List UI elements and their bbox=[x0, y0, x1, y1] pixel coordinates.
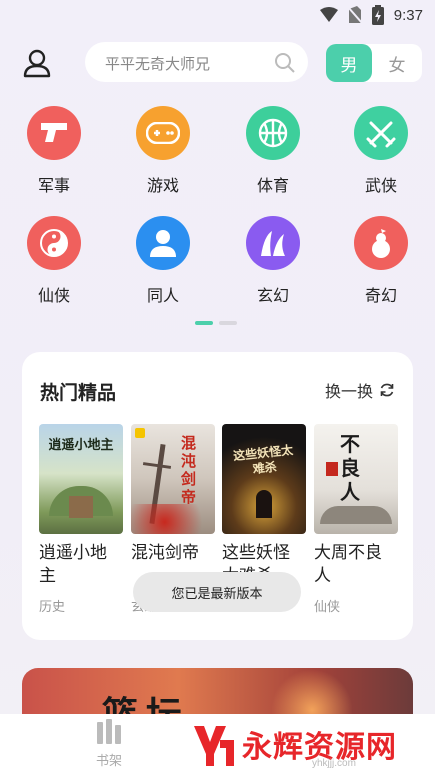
gamepad-icon bbox=[136, 106, 190, 160]
category-label: 玄幻 bbox=[256, 286, 289, 305]
cover-title-text: 不良人 bbox=[340, 432, 360, 504]
header: 平平无奇大师兄 男 女 bbox=[0, 40, 435, 86]
person-icon bbox=[136, 216, 190, 270]
book-tag: 历史 bbox=[39, 600, 66, 615]
watermark: 永辉资源网 bbox=[190, 720, 397, 768]
crossed-swords-icon bbox=[354, 106, 408, 160]
hot-section-title: 热门精品 bbox=[40, 382, 117, 404]
tab-bookshelf-label: 书架 bbox=[95, 754, 122, 769]
cover-title-text: 混沌剑帝 bbox=[181, 434, 197, 506]
gun-icon bbox=[27, 106, 81, 160]
category-pager bbox=[195, 321, 237, 325]
no-sim-icon bbox=[347, 6, 362, 24]
watermark-url: yhkjjj.com bbox=[312, 758, 356, 769]
category-fanfic[interactable]: 同人 bbox=[123, 216, 203, 306]
category-label: 奇幻 bbox=[364, 286, 397, 305]
book-card[interactable]: 逍遥小地主 逍遥小地主 历史 bbox=[39, 424, 123, 615]
category-label: 体育 bbox=[256, 176, 289, 195]
category-military[interactable]: 军事 bbox=[14, 106, 94, 196]
refresh-label: 换一换 bbox=[324, 382, 373, 401]
refresh-button[interactable]: 换一换 bbox=[325, 378, 395, 402]
bookshelf-icon bbox=[97, 719, 121, 744]
book-cover: 不良人 bbox=[314, 424, 398, 534]
book-card[interactable]: 不良人 大周不良人 仙侠 bbox=[314, 424, 398, 615]
user-icon bbox=[23, 49, 51, 78]
gender-female-tab[interactable]: 女 bbox=[372, 44, 422, 82]
bottom-nav: 书架 永辉资源网 yhkjjj.com bbox=[0, 714, 435, 775]
cover-title-text: 逍遥小地主 bbox=[48, 438, 114, 453]
category-label: 武侠 bbox=[364, 176, 397, 195]
pager-dot bbox=[219, 321, 237, 325]
toast-message: 您已是最新版本 bbox=[133, 572, 301, 612]
category-magic[interactable]: 奇幻 bbox=[341, 216, 421, 306]
wifi-icon bbox=[319, 7, 338, 22]
book-title: 逍遥小地主 bbox=[39, 543, 107, 586]
gender-toggle: 男 女 bbox=[326, 44, 422, 82]
cover-title-text: 这些妖怪太难杀 bbox=[232, 442, 294, 477]
book-cover: 这些妖怪太难杀 bbox=[222, 424, 306, 534]
refresh-icon bbox=[380, 383, 394, 397]
profile-button[interactable] bbox=[20, 44, 54, 82]
category-game[interactable]: 游戏 bbox=[123, 106, 203, 196]
tab-bookshelf[interactable]: 书架 bbox=[86, 718, 132, 769]
category-label: 仙侠 bbox=[37, 286, 70, 305]
book-cover: 混沌剑帝 bbox=[131, 424, 215, 534]
search-input[interactable]: 平平无奇大师兄 bbox=[85, 42, 308, 82]
gender-male-tab[interactable]: 男 bbox=[326, 44, 372, 82]
category-wuxia[interactable]: 武侠 bbox=[341, 106, 421, 196]
category-label: 军事 bbox=[37, 176, 70, 195]
category-label: 同人 bbox=[146, 286, 179, 305]
status-bar: 9:37 bbox=[0, 0, 435, 30]
category-xianxia[interactable]: 仙侠 bbox=[14, 216, 94, 306]
gourd-icon bbox=[354, 216, 408, 270]
mountain-icon bbox=[246, 216, 300, 270]
category-sports[interactable]: 体育 bbox=[233, 106, 313, 196]
watermark-logo-icon bbox=[194, 726, 234, 766]
book-title: 大周不良人 bbox=[314, 543, 382, 586]
status-time: 9:37 bbox=[393, 6, 423, 24]
category-label: 游戏 bbox=[146, 176, 179, 195]
search-icon[interactable] bbox=[274, 52, 296, 74]
search-placeholder: 平平无奇大师兄 bbox=[105, 55, 211, 73]
battery-icon bbox=[371, 5, 384, 25]
pager-dot-active bbox=[195, 321, 213, 325]
basketball-icon bbox=[246, 106, 300, 160]
category-fantasy[interactable]: 玄幻 bbox=[233, 216, 313, 306]
book-tag: 仙侠 bbox=[314, 600, 341, 615]
book-cover: 逍遥小地主 bbox=[39, 424, 123, 534]
yin-yang-icon bbox=[27, 216, 81, 270]
